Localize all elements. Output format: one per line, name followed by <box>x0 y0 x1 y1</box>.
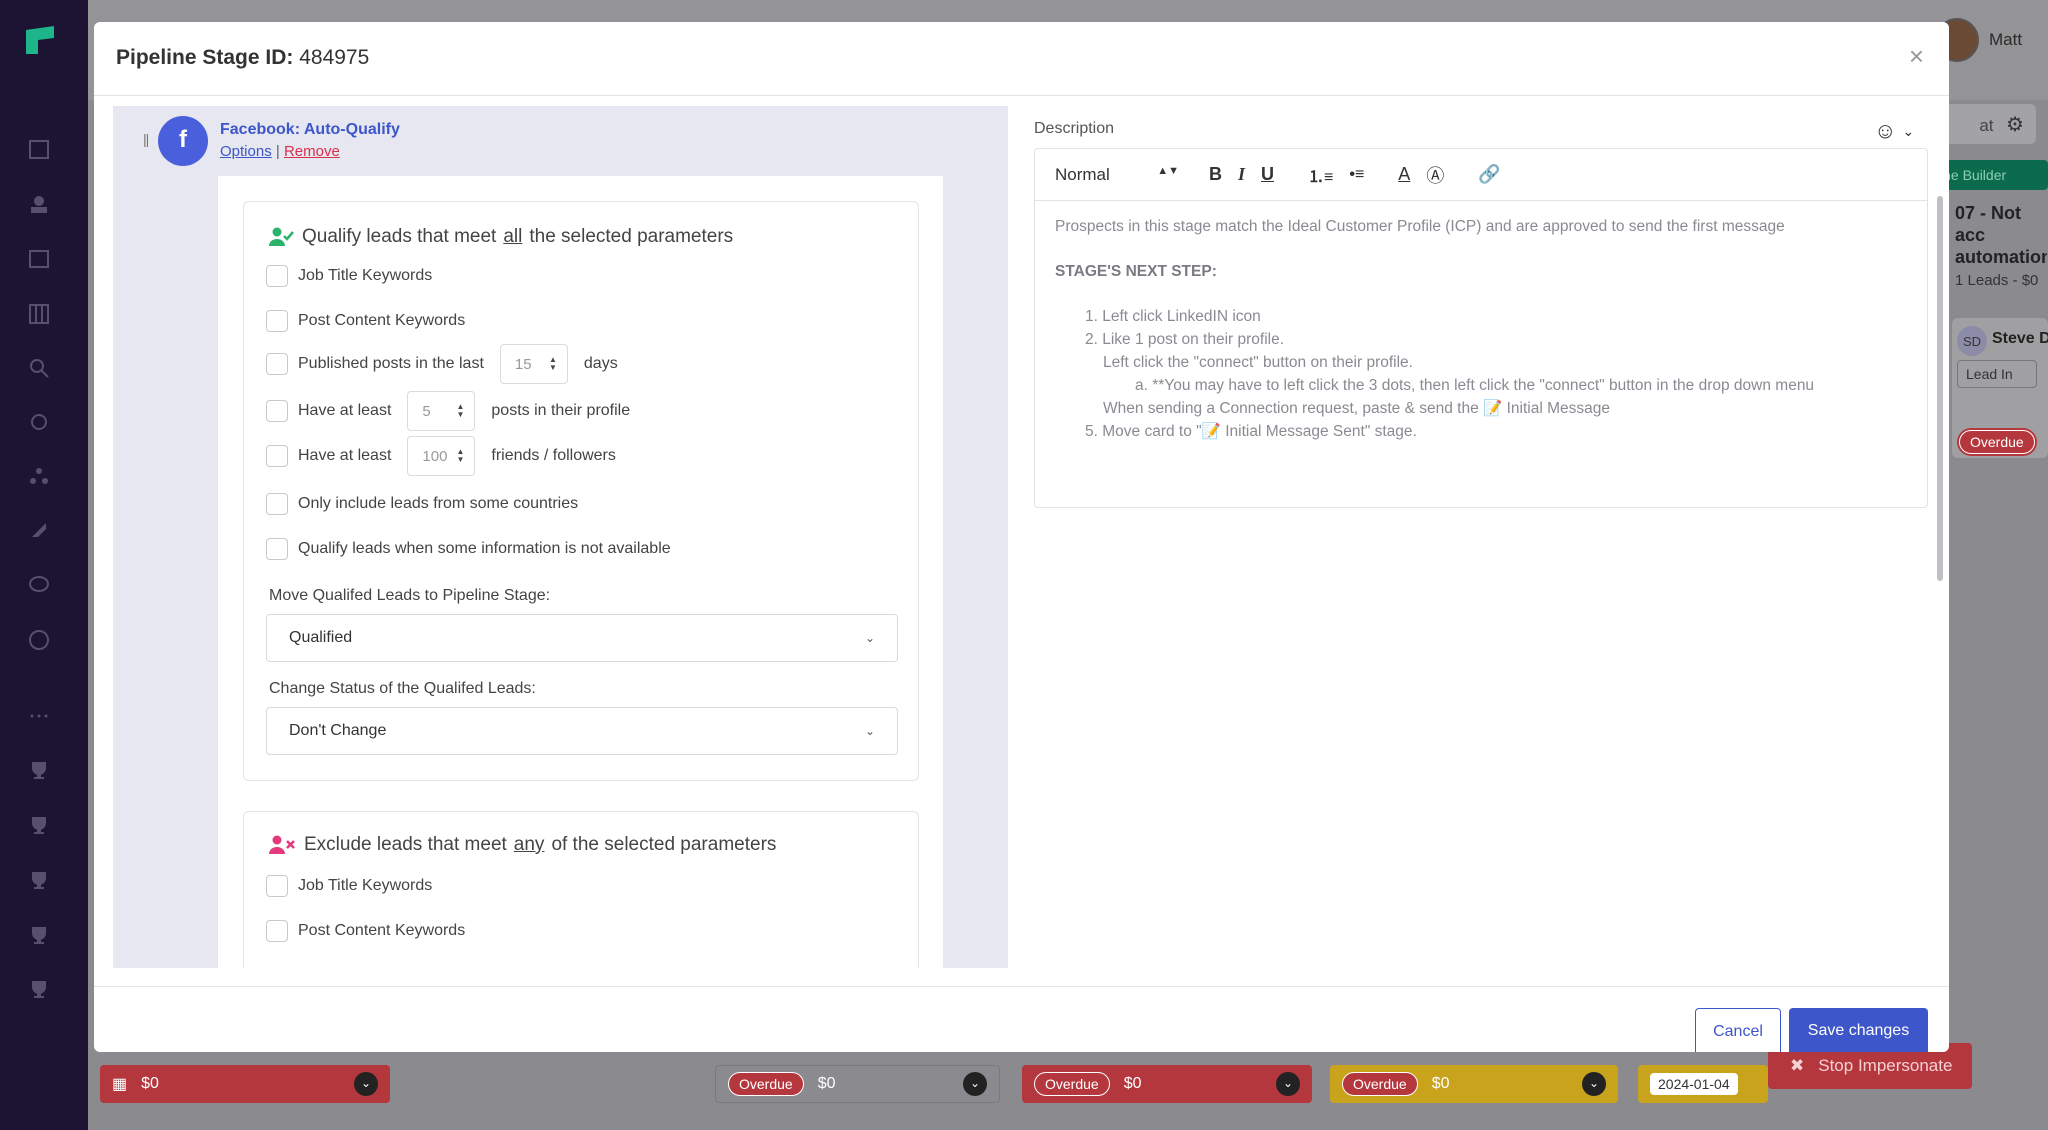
change-status-select[interactable]: Don't Change ⌄ <box>266 707 898 755</box>
modal-header: Pipeline Stage ID: 484975 × <box>94 22 1949 96</box>
remove-link[interactable]: Remove <box>284 143 340 160</box>
trophy-icon[interactable] <box>28 978 50 1000</box>
checkbox-job-title[interactable]: Job Title Keywords <box>266 265 432 287</box>
pipeline-icon[interactable] <box>28 303 50 325</box>
italic-icon[interactable]: I <box>1238 164 1245 185</box>
exclude-checkbox-post-content[interactable]: Post Content Keywords <box>266 920 465 942</box>
exclude-checkbox-job-title[interactable]: Job Title Keywords <box>266 875 432 897</box>
min-friends-stepper[interactable]: 100 ▲ ▼ <box>407 436 476 476</box>
help-icon[interactable] <box>28 629 50 651</box>
integration-panel: || f Facebook: Auto-Qualify Options | Re… <box>113 106 1008 968</box>
save-changes-button[interactable]: Save changes <box>1789 1008 1928 1052</box>
contacts-icon[interactable] <box>28 193 50 215</box>
chevron-down-icon: ⌄ <box>864 631 875 645</box>
move-stage-label: Move Qualifed Leads to Pipeline Stage: <box>269 587 551 604</box>
drag-handle-icon[interactable]: || <box>143 131 149 147</box>
chevron-down-icon[interactable]: ⌄ <box>1582 1072 1606 1096</box>
description-editor[interactable]: Normal ▲▼ B I U ⒈≡ •≡ A Ⓐ 🔗 Prospects in … <box>1034 148 1928 508</box>
format-select[interactable]: Normal ▲▼ <box>1055 165 1195 185</box>
lead-name: Steve D <box>1992 330 2048 347</box>
lead-initials: SD <box>1957 326 1987 356</box>
lead-stage-select[interactable]: Lead In <box>1957 360 2037 388</box>
text-color-icon[interactable]: A <box>1398 164 1410 185</box>
min-posts-stepper[interactable]: 5 ▲ ▼ <box>407 391 476 431</box>
change-status-label: Change Status of the Qualifed Leads: <box>269 680 536 697</box>
exclude-section: Exclude leads that meet any of the selec… <box>243 811 919 968</box>
description-label: Description <box>1034 120 1115 137</box>
qualify-heading: Qualify leads that meet all the selected… <box>269 226 733 248</box>
chevron-down-icon: ⌄ <box>864 724 875 738</box>
calendar-icon[interactable] <box>28 138 50 160</box>
user-x-icon <box>269 835 295 854</box>
refresh-icon[interactable] <box>28 411 50 433</box>
integration-links: Options | Remove <box>220 143 340 160</box>
chevron-down-icon[interactable]: ⌄ <box>963 1072 987 1096</box>
user-x-icon: ✖ <box>1790 1056 1805 1075</box>
board-icon[interactable] <box>28 248 50 270</box>
modal-footer: Cancel Save changes <box>94 986 1949 1052</box>
emoji-picker-button[interactable]: ☺ ⌄ <box>1874 118 1914 144</box>
options-link[interactable]: Options <box>220 143 272 160</box>
exclude-heading: Exclude leads that meet any of the selec… <box>269 834 776 856</box>
checkbox-min-posts[interactable]: Have at least 5 ▲ ▼ posts in their profile <box>266 391 630 431</box>
checkbox-min-friends[interactable]: Have at least 100 ▲ ▼ friends / followers <box>266 436 616 476</box>
modal-body: || f Facebook: Auto-Qualify Options | Re… <box>94 96 1949 986</box>
card-footer: 2024-01-04 <box>1638 1065 1768 1103</box>
trophy-icon[interactable] <box>28 869 50 891</box>
integration-name: Facebook: Auto-Qualify <box>220 121 400 138</box>
chat-icon[interactable] <box>28 574 50 596</box>
rocket-icon[interactable] <box>28 519 50 541</box>
user-check-icon <box>269 227 294 246</box>
cancel-button[interactable]: Cancel <box>1695 1008 1781 1052</box>
bullet-list-icon[interactable]: •≡ <box>1349 166 1364 184</box>
overdue-badge: Overdue <box>1957 428 2037 456</box>
published-days-stepper[interactable]: 15 ▲ ▼ <box>499 344 568 384</box>
checkbox-info-not-available[interactable]: Qualify leads when some information is n… <box>266 538 671 560</box>
pipeline-stage-modal: Pipeline Stage ID: 484975 × || f Faceboo… <box>94 22 1949 1052</box>
smile-icon: ☺ <box>1874 118 1897 143</box>
integration-settings: Qualify leads that meet all the selected… <box>218 176 943 968</box>
chevron-down-icon[interactable]: ⌄ <box>1276 1072 1300 1096</box>
checkbox-published-posts[interactable]: Published posts in the last 15 ▲ ▼ days <box>266 344 618 384</box>
card-footer: Overdue $0 ⌄ <box>1022 1065 1312 1103</box>
trophy-icon[interactable] <box>28 759 50 781</box>
search-icon[interactable] <box>28 357 50 379</box>
gear-icon[interactable]: ⚙ <box>1994 104 2036 144</box>
underline-icon[interactable]: U <box>1261 164 1274 185</box>
app-logo-icon[interactable] <box>24 24 56 56</box>
card-footer: Overdue $0 ⌄ <box>715 1065 1000 1103</box>
highlight-icon[interactable]: Ⓐ <box>1426 162 1444 188</box>
trophy-icon[interactable] <box>28 814 50 836</box>
calendar-icon: ▦ <box>112 1076 128 1093</box>
qualify-section: Qualify leads that meet all the selected… <box>243 201 919 781</box>
lead-card[interactable]: SD Steve D Lead In Overdue <box>1952 318 2048 458</box>
bold-icon[interactable]: B <box>1209 164 1222 185</box>
more-icon[interactable] <box>28 705 50 727</box>
card-footer: Overdue $0 ⌄ <box>1330 1065 1618 1103</box>
ordered-list-icon[interactable]: ⒈≡ <box>1308 163 1333 187</box>
close-icon[interactable]: × <box>1909 43 1924 69</box>
column-summary: 1 Leads - $0 <box>1955 272 2039 289</box>
scrollbar[interactable] <box>1937 196 1943 581</box>
app-sidebar <box>0 0 88 1130</box>
checkbox-countries[interactable]: Only include leads from some countries <box>266 493 578 515</box>
editor-toolbar: Normal ▲▼ B I U ⒈≡ •≡ A Ⓐ 🔗 <box>1035 149 1927 201</box>
trophy-icon[interactable] <box>28 924 50 946</box>
network-icon[interactable] <box>28 465 50 487</box>
checkbox-post-content[interactable]: Post Content Keywords <box>266 310 465 332</box>
column-title: 07 - Not acc automation <box>1955 203 2047 267</box>
move-stage-select[interactable]: Qualified ⌄ <box>266 614 898 662</box>
modal-title: Pipeline Stage ID: 484975 <box>116 46 370 69</box>
chevron-down-icon[interactable]: ⌄ <box>354 1072 378 1096</box>
link-icon[interactable]: 🔗 <box>1478 164 1500 185</box>
user-name: Matt <box>1989 30 2023 49</box>
facebook-icon: f <box>158 116 208 166</box>
description-content[interactable]: Prospects in this stage match the Ideal … <box>1055 215 1814 443</box>
chevron-down-icon: ⌄ <box>1902 122 1915 139</box>
card-footer: ▦ $0 ⌄ <box>100 1065 390 1103</box>
